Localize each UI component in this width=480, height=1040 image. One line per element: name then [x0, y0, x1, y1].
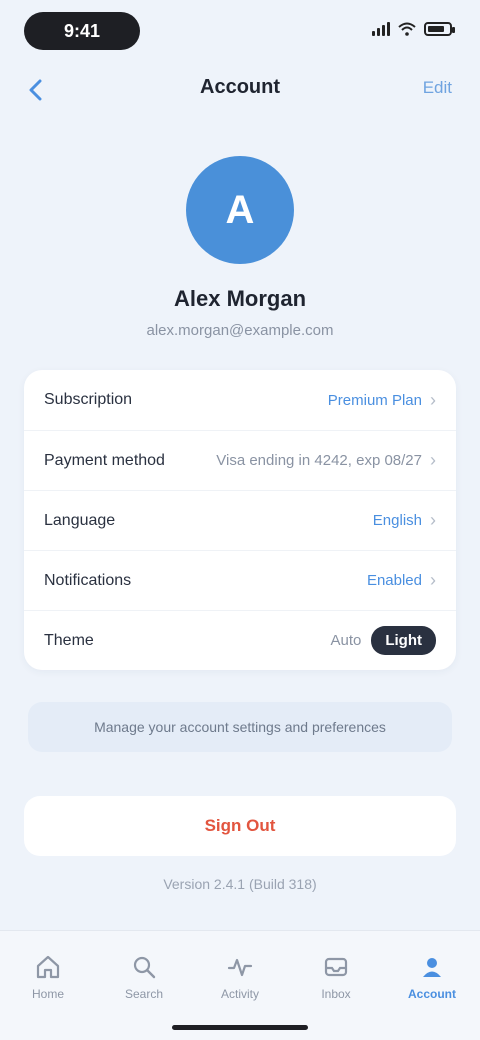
settings-row-subscription[interactable]: Subscription Premium Plan › [24, 370, 456, 430]
row-label: Payment method [44, 451, 165, 469]
theme-option-light[interactable]: Light [371, 626, 436, 655]
chevron-right-icon: › [430, 450, 436, 470]
settings-row-language[interactable]: Language English › [24, 490, 456, 550]
app-version: Version 2.4.1 (Build 318) [163, 876, 317, 892]
row-label: Notifications [44, 571, 132, 589]
profile-email: alex.morgan@example.com [146, 322, 334, 339]
person-icon [423, 958, 441, 977]
row-label: Language [44, 511, 116, 529]
tab-search[interactable]: Search [104, 953, 184, 1001]
row-value: English [372, 512, 422, 529]
status-bar: 9:41 [0, 0, 480, 64]
activity-icon [227, 958, 253, 977]
settings-row-theme: Theme Auto Light [24, 610, 456, 670]
settings-row-payment[interactable]: Payment method Visa ending in 4242, exp … [24, 430, 456, 490]
avatar[interactable]: A [186, 156, 294, 264]
row-value: Premium Plan [327, 391, 422, 409]
tab-home[interactable]: Home [8, 953, 88, 1001]
navigation-bar: Account Edit [0, 64, 480, 114]
chevron-right-icon: › [430, 389, 436, 410]
tab-label: Account [408, 987, 456, 1001]
theme-segmented-control: Auto Light [330, 626, 436, 655]
settings-row-notifications[interactable]: Notifications Enabled › [24, 550, 456, 610]
tab-bar: Home Search Activity Inbox Account [0, 930, 480, 1040]
chevron-right-icon: › [430, 570, 436, 590]
row-value: Enabled [366, 572, 422, 589]
edit-button[interactable]: Edit [423, 78, 452, 98]
settings-card: Subscription Premium Plan › Payment meth… [24, 370, 456, 670]
sign-out-button[interactable]: Sign Out [24, 796, 456, 856]
status-indicators [372, 22, 455, 36]
home-indicator [172, 1025, 308, 1030]
profile-name: Alex Morgan [173, 286, 307, 311]
inbox-icon [324, 957, 348, 977]
tab-label: Search [124, 987, 164, 1001]
info-banner: Manage your account settings and prefere… [28, 702, 452, 752]
chevron-right-icon: › [430, 510, 436, 530]
tab-label: Inbox [321, 987, 351, 1001]
tab-label: Activity [220, 987, 259, 1001]
row-label: Subscription [44, 391, 133, 408]
tab-inbox[interactable]: Inbox [296, 953, 376, 1001]
row-value: Visa ending in 4242, exp 08/27 [216, 452, 422, 469]
battery-icon [424, 22, 455, 36]
theme-option-auto[interactable]: Auto [330, 632, 361, 649]
cellular-signal-icon [372, 22, 390, 36]
search-icon [133, 956, 156, 979]
home-icon [36, 955, 60, 979]
row-label: Theme [44, 631, 94, 649]
page-title: Account [200, 76, 280, 98]
tab-label: Home [31, 987, 64, 1001]
status-time: 9:41 [24, 12, 140, 50]
tab-activity[interactable]: Activity [200, 953, 280, 1001]
wifi-icon [398, 22, 416, 36]
tab-account[interactable]: Account [392, 953, 472, 1001]
